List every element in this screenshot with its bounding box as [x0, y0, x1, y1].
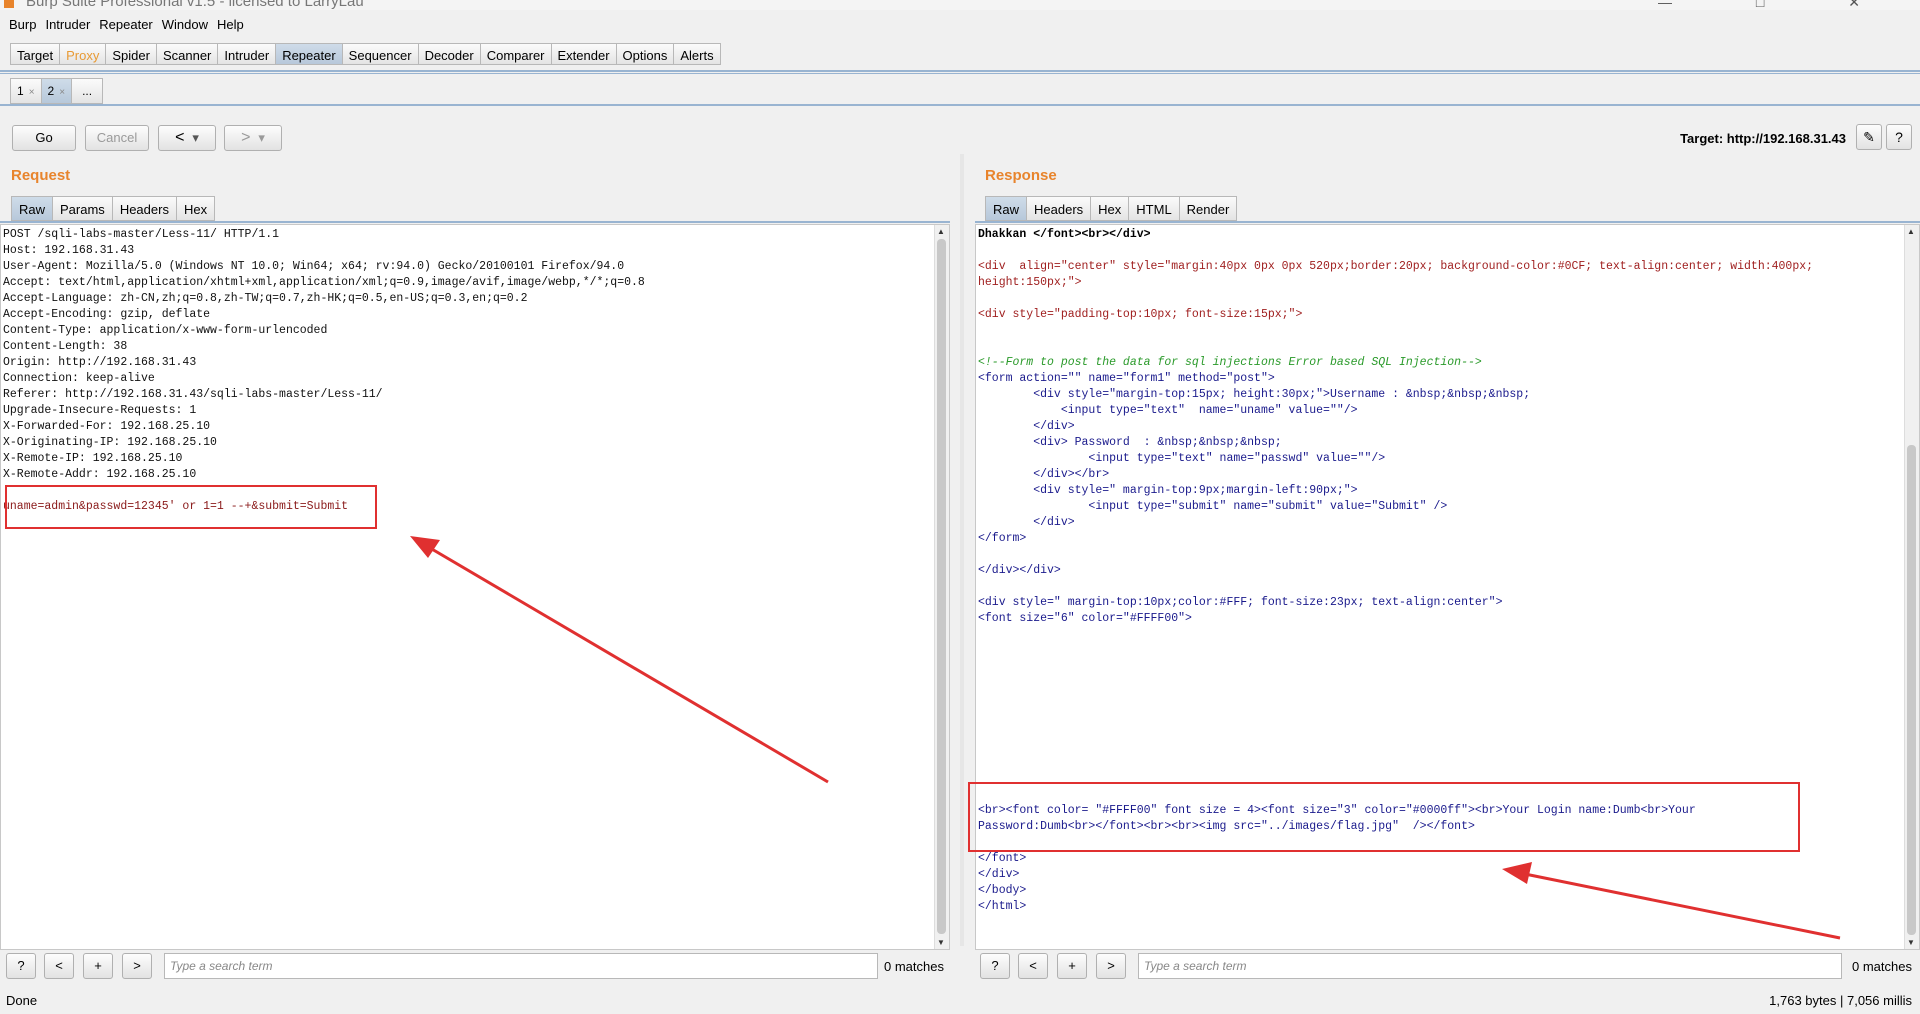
arrow-head-icon [410, 536, 440, 558]
status-bar: Done 1,763 bytes | 7,056 millis [0, 988, 1920, 1014]
arrow-to-result [1519, 871, 1841, 940]
arrow-to-payload [424, 543, 829, 784]
arrow-head-icon [1502, 862, 1532, 884]
annotation-arrows [410, 536, 1841, 940]
response-size-time: 1,763 bytes | 7,056 millis [1769, 993, 1912, 1008]
status-text: Done [6, 993, 38, 1008]
